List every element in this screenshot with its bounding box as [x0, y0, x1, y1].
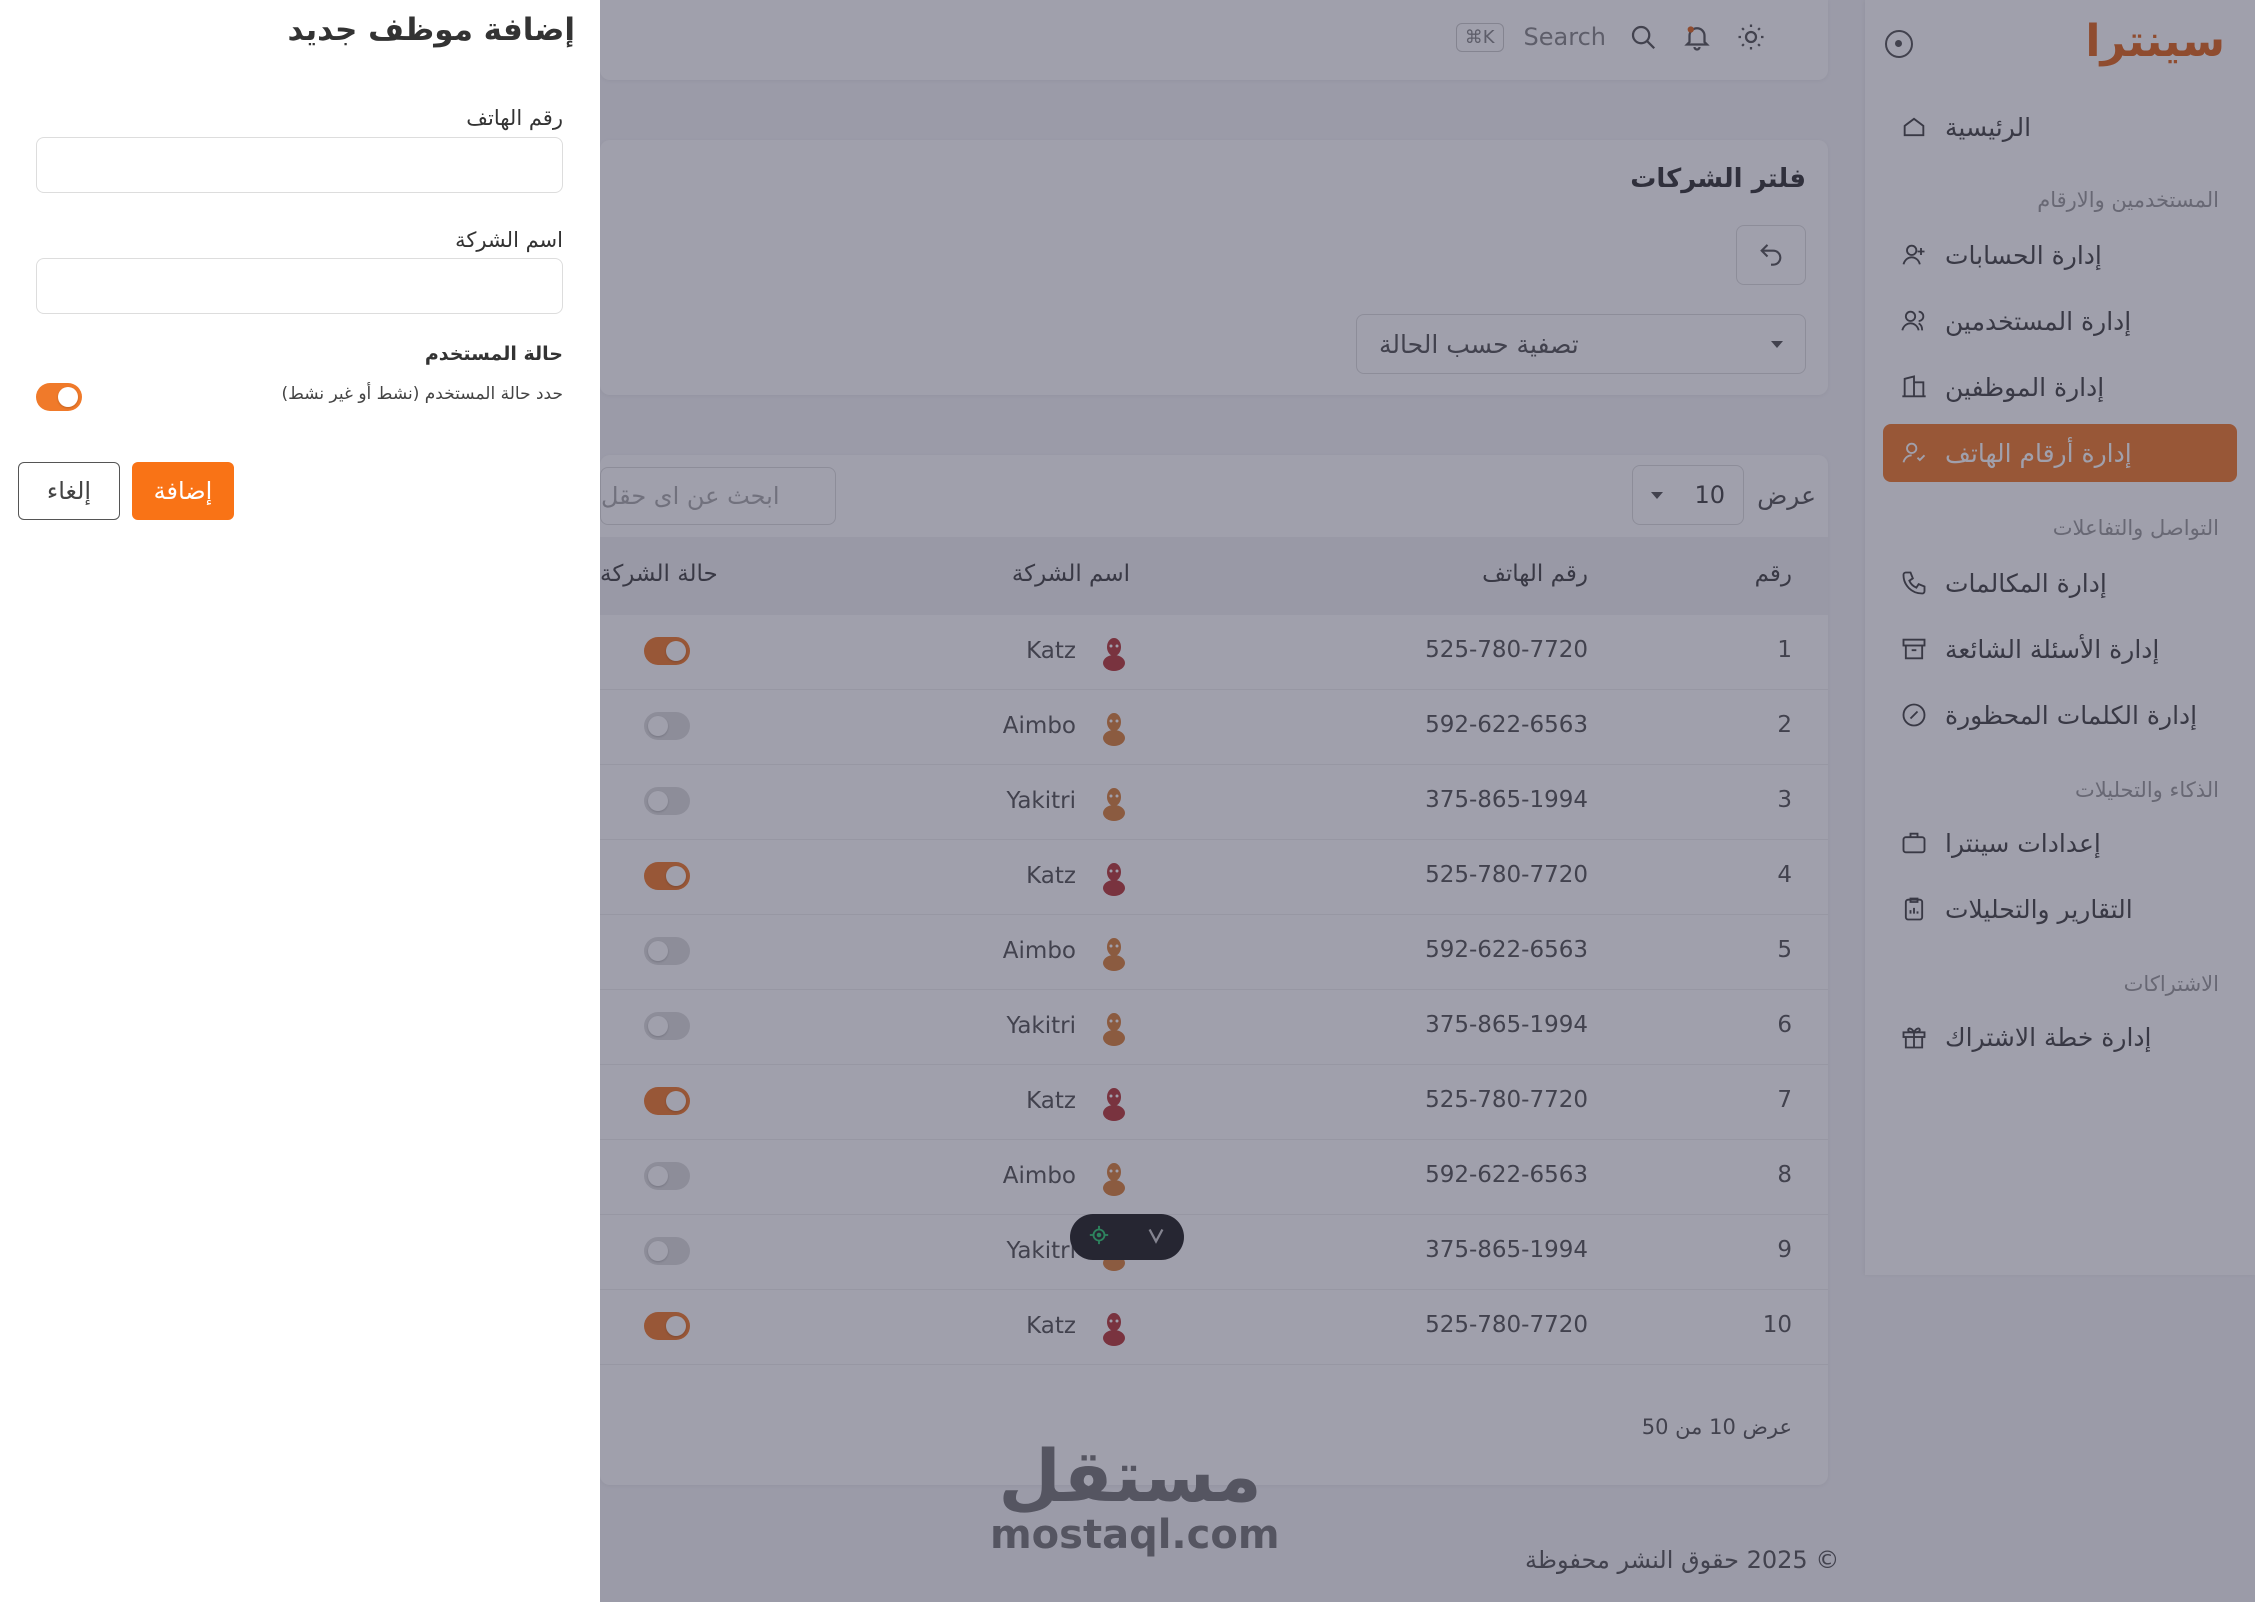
phone-input[interactable] — [36, 137, 563, 193]
add-button[interactable]: إضافة — [132, 462, 234, 520]
user-status-hint: حدد حالة المستخدم (نشط أو غير نشط) — [281, 384, 563, 404]
company-name-label: اسم الشركة — [455, 228, 563, 252]
phone-label: رقم الهاتف — [466, 106, 563, 130]
add-employee-drawer: إضافة موظف جديد رقم الهاتف اسم الشركة حا… — [0, 0, 600, 1602]
drawer-title: إضافة موظف جديد — [287, 12, 575, 48]
user-status-label: حالة المستخدم — [424, 343, 563, 365]
user-status-toggle[interactable] — [36, 383, 82, 411]
cancel-button[interactable]: إلغاء — [18, 462, 120, 520]
company-name-input[interactable] — [36, 258, 563, 314]
